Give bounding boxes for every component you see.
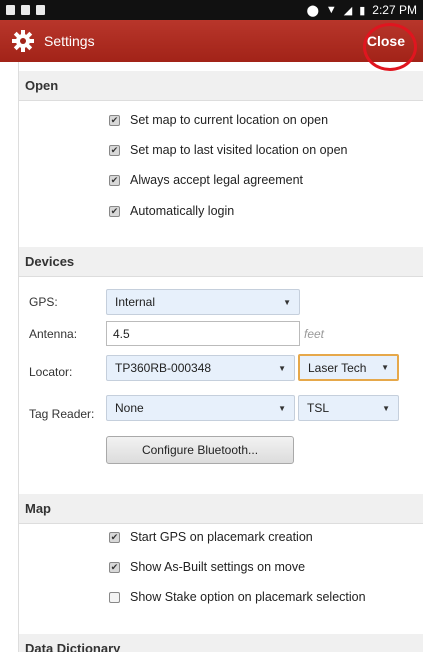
tag-reader-brand-value: TSL — [307, 401, 330, 415]
checkbox-label: Set map to current location on open — [130, 113, 329, 127]
section-header-data-dictionary: Data Dictionary — [19, 634, 423, 652]
dropdown-arrow-icon: ▼ — [381, 363, 389, 372]
locator-brand-value: Laser Tech — [308, 360, 367, 375]
dropdown-arrow-icon: ▼ — [283, 297, 291, 307]
tag-reader-select[interactable]: None ▼ — [106, 395, 295, 421]
section-header-open: Open — [19, 71, 423, 101]
checkbox-row-start-gps[interactable]: Start GPS on placemark creation — [109, 530, 313, 544]
tag-reader-brand-select[interactable]: TSL ▼ — [298, 395, 399, 421]
page-title: Settings — [44, 33, 95, 49]
tag-reader-label: Tag Reader: — [29, 407, 95, 421]
lock-notification-icon — [36, 5, 45, 15]
location-icon: ⬤ — [306, 4, 319, 17]
locator-select-value: TP360RB-000348 — [115, 361, 212, 375]
antenna-input[interactable]: 4.5 — [106, 321, 300, 346]
locator-select[interactable]: TP360RB-000348 ▼ — [106, 355, 295, 381]
dropdown-arrow-icon: ▼ — [278, 363, 286, 373]
antenna-unit: feet — [304, 327, 325, 341]
gps-select-value: Internal — [115, 295, 156, 309]
tag-reader-select-value: None — [115, 401, 144, 415]
battery-icon: ▮ — [359, 4, 366, 17]
checkbox-label: Start GPS on placemark creation — [130, 530, 313, 544]
antenna-label: Antenna: — [29, 327, 78, 341]
locator-label: Locator: — [29, 365, 73, 379]
settings-content[interactable]: Open Set map to current location on open… — [18, 62, 423, 652]
gps-select[interactable]: Internal ▼ — [106, 289, 300, 315]
checkbox-label: Automatically login — [130, 204, 235, 218]
section-header-map: Map — [19, 494, 423, 524]
close-button[interactable]: Close — [359, 27, 413, 55]
checkbox-current-location[interactable] — [109, 114, 120, 126]
checkbox-start-gps[interactable] — [109, 531, 120, 543]
checkbox-last-visited[interactable] — [109, 144, 120, 156]
checkbox-label: Show As-Built settings on move — [130, 560, 306, 574]
configure-bluetooth-button[interactable]: Configure Bluetooth... — [106, 436, 294, 464]
dropdown-arrow-icon: ▼ — [382, 403, 390, 413]
checkbox-label: Show Stake option on placemark selection — [130, 590, 366, 604]
checkbox-row-last-visited[interactable]: Set map to last visited location on open — [109, 143, 348, 157]
wifi-icon: ▼ — [325, 4, 337, 16]
section-header-devices: Devices — [19, 247, 423, 277]
file-notification-icon — [21, 5, 30, 15]
checkbox-row-current-location[interactable]: Set map to current location on open — [109, 113, 328, 127]
image-notification-icon — [6, 5, 15, 15]
checkbox-row-stake-option[interactable]: Show Stake option on placemark selection — [109, 590, 366, 604]
app-bar: Settings Close — [0, 20, 423, 62]
status-time: 2:27 PM — [372, 3, 417, 17]
checkbox-stake-option[interactable] — [109, 591, 120, 603]
locator-brand-select[interactable]: Laser Tech ▼ — [298, 354, 399, 381]
checkbox-row-as-built[interactable]: Show As-Built settings on move — [109, 560, 305, 574]
status-bar: ⬤ ▼ ◢ ▮ 2:27 PM — [0, 0, 423, 20]
checkbox-label: Always accept legal agreement — [130, 173, 304, 187]
checkbox-legal-agreement[interactable] — [109, 174, 120, 186]
checkbox-label: Set map to last visited location on open — [130, 143, 348, 157]
checkbox-row-auto-login[interactable]: Automatically login — [109, 204, 234, 218]
gear-icon — [10, 28, 36, 54]
signal-icon: ◢ — [343, 4, 353, 17]
gps-label: GPS: — [29, 295, 58, 309]
checkbox-row-legal-agreement[interactable]: Always accept legal agreement — [109, 173, 303, 187]
checkbox-as-built[interactable] — [109, 561, 120, 573]
checkbox-auto-login[interactable] — [109, 205, 120, 217]
dropdown-arrow-icon: ▼ — [278, 403, 286, 413]
